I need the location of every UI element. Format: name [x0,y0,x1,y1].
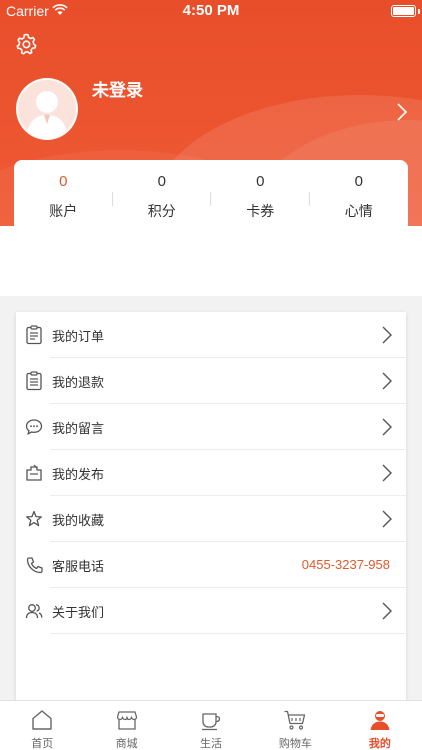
menu-list: 我的订单 我的退款 我的留言 我的发布 我的收藏 客服电话 0455-3237-… [16,312,406,702]
stat-label: 积分 [147,204,176,220]
menu-label: 我的退款 [52,376,105,391]
order-icon [26,325,42,345]
stat-value: 0 [157,173,166,190]
menu-label: 我的订单 [52,330,105,345]
tab-label: 商城 [115,737,138,750]
publish-icon [26,464,42,481]
refund-icon [26,371,42,391]
star-icon [26,510,42,527]
tab-mine[interactable]: 我的 [338,701,422,750]
chevron-right-icon [382,510,392,528]
stat-account[interactable]: 0 账户 [14,160,113,226]
menu-item-favorites[interactable]: 我的收藏 [16,496,406,542]
tab-label: 我的 [368,737,391,750]
menu-item-messages[interactable]: 我的留言 [16,404,406,450]
menu-label: 关于我们 [52,606,105,621]
chevron-right-icon [382,602,392,620]
user-icon [370,711,390,730]
avatar[interactable] [16,78,78,140]
tab-life[interactable]: 生活 [169,701,253,750]
stat-label: 卡券 [246,204,275,220]
cup-icon [202,713,221,731]
home-icon [32,710,52,730]
menu-item-orders[interactable]: 我的订单 [16,312,406,358]
menu-label: 我的留言 [52,422,105,437]
default-avatar-icon [26,91,68,138]
menu-item-about[interactable]: 关于我们 [16,588,406,634]
tab-cart[interactable]: 购物车 [253,701,337,750]
menu-item-refunds[interactable]: 我的退款 [16,358,406,404]
tab-label: 购物车 [278,737,312,750]
chevron-right-icon [382,372,392,390]
menu-label: 我的发布 [52,468,105,483]
menu-item-publish[interactable]: 我的发布 [16,450,406,496]
chevron-right-icon [382,464,392,482]
stat-label: 心情 [344,204,373,220]
chevron-right-icon [382,326,392,344]
tab-label: 生活 [200,737,223,750]
tab-bar: 首页 商城 生活 购物车 我的 [0,700,422,750]
message-icon [25,419,43,436]
phone-icon [26,557,43,574]
tab-home[interactable]: 首页 [0,701,84,750]
battery-icon [391,5,416,17]
cart-icon [284,710,306,730]
menu-item-service-phone[interactable]: 客服电话 0455-3237-958 [16,542,406,588]
profile-header: Carrier 4:50 PM 未登录 0 账户 0 积分 0 卡券 0 心情 [0,0,422,226]
chevron-right-icon[interactable] [396,102,408,122]
battery-tip [418,9,420,14]
stat-label: 账户 [49,204,78,220]
stats-card: 0 账户 0 积分 0 卡券 0 心情 [14,160,408,226]
tab-label: 首页 [31,737,54,750]
stat-mood[interactable]: 0 心情 [310,160,409,226]
stat-points[interactable]: 0 积分 [113,160,211,226]
stat-value: 0 [354,173,363,190]
shop-icon [116,711,137,730]
clock: 4:50 PM [182,2,240,19]
banner-area [0,226,422,296]
login-status[interactable]: 未登录 [92,76,143,101]
stat-value: 0 [256,173,265,190]
status-bar: Carrier 4:50 PM [0,0,422,22]
menu-label: 我的收藏 [52,514,105,529]
service-phone-number[interactable]: 0455-3237-958 [302,557,390,572]
chevron-right-icon [382,418,392,436]
tab-shop[interactable]: 商城 [84,701,168,750]
gear-icon[interactable] [14,32,38,56]
menu-label: 客服电话 [52,560,105,575]
people-icon [25,604,43,619]
stat-value: 0 [59,173,68,190]
stat-coupons[interactable]: 0 卡券 [211,160,310,226]
